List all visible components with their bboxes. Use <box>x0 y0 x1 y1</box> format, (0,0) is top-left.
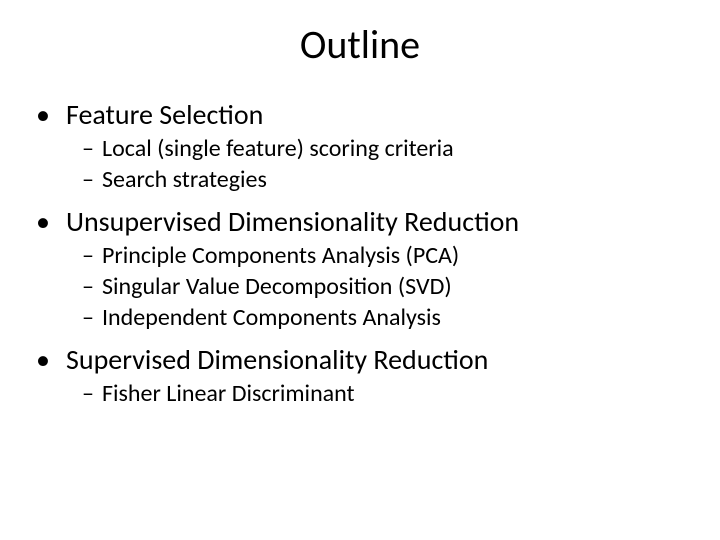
outline-group: • Feature Selection – Local (single feat… <box>30 97 720 194</box>
outline-subitem: – Principle Components Analysis (PCA) <box>30 241 720 270</box>
bullet-icon: • <box>30 342 66 377</box>
slide-content: • Feature Selection – Local (single feat… <box>0 97 720 408</box>
outline-group: • Unsupervised Dimensionality Reduction … <box>30 204 720 332</box>
outline-subitem: – Independent Components Analysis <box>30 303 720 332</box>
bullet-icon: • <box>30 204 66 239</box>
slide-title: Outline <box>0 20 720 69</box>
outline-subitem-label: Local (single feature) scoring criteria <box>102 134 454 163</box>
outline-subitem-label: Independent Components Analysis <box>102 303 441 332</box>
outline-item-label: Supervised Dimensionality Reduction <box>66 342 488 377</box>
outline-item-label: Unsupervised Dimensionality Reduction <box>66 204 519 239</box>
outline-subitem: – Singular Value Decomposition (SVD) <box>30 272 720 301</box>
outline-subitem-label: Search strategies <box>102 165 267 194</box>
dash-icon: – <box>82 134 102 163</box>
outline-item-label: Feature Selection <box>66 97 263 132</box>
bullet-icon: • <box>30 97 66 132</box>
slide: Outline • Feature Selection – Local (sin… <box>0 0 720 540</box>
outline-group: • Supervised Dimensionality Reduction – … <box>30 342 720 408</box>
outline-subitem-label: Singular Value Decomposition (SVD) <box>102 272 452 301</box>
outline-item: • Supervised Dimensionality Reduction <box>30 342 720 377</box>
outline-subitem-label: Principle Components Analysis (PCA) <box>102 241 459 270</box>
outline-subitem-label: Fisher Linear Discriminant <box>102 379 355 408</box>
outline-subitem: – Search strategies <box>30 165 720 194</box>
dash-icon: – <box>82 303 102 332</box>
outline-subitem: – Fisher Linear Discriminant <box>30 379 720 408</box>
outline-subitem: – Local (single feature) scoring criteri… <box>30 134 720 163</box>
dash-icon: – <box>82 241 102 270</box>
outline-item: • Unsupervised Dimensionality Reduction <box>30 204 720 239</box>
dash-icon: – <box>82 272 102 301</box>
dash-icon: – <box>82 379 102 408</box>
dash-icon: – <box>82 165 102 194</box>
outline-item: • Feature Selection <box>30 97 720 132</box>
